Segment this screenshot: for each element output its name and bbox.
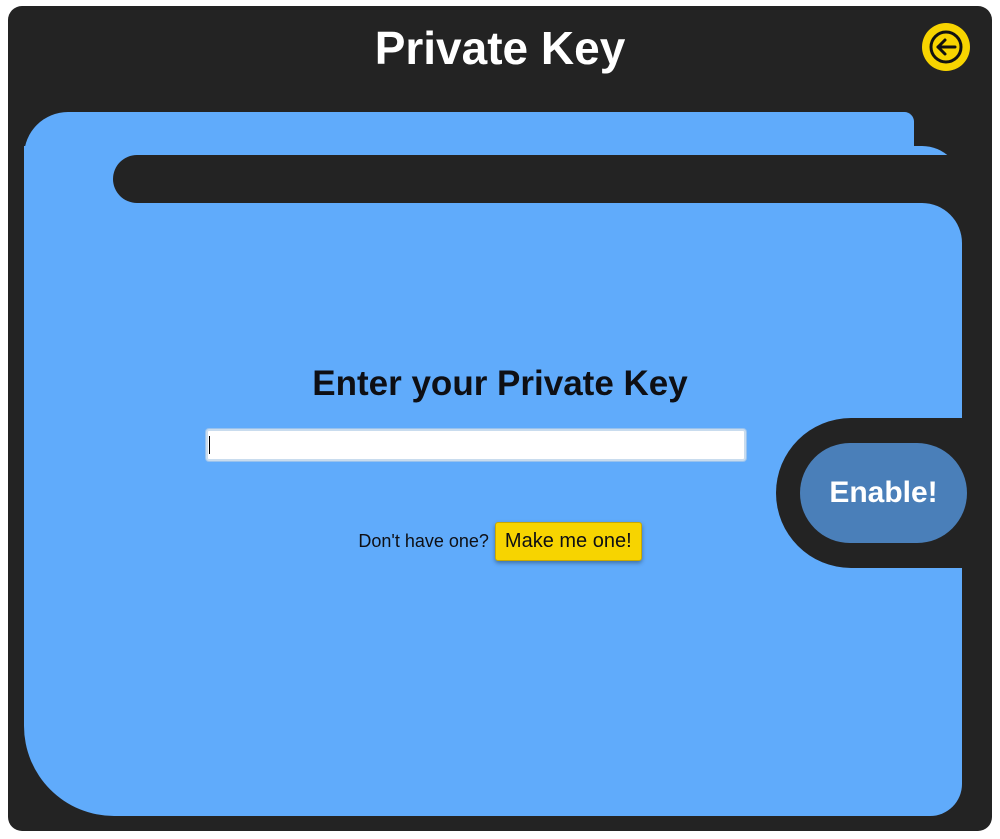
wallet-slot-corner xyxy=(913,203,962,252)
make-key-row: Don't have one? Make me one! xyxy=(8,522,992,561)
make-key-button[interactable]: Make me one! xyxy=(494,522,642,561)
page-title: Private Key xyxy=(374,22,626,74)
private-key-input[interactable] xyxy=(206,429,746,461)
back-button[interactable] xyxy=(922,23,970,71)
arrow-left-circle-icon xyxy=(929,30,963,64)
form-heading: Enter your Private Key xyxy=(312,364,688,403)
no-key-prompt: Don't have one? xyxy=(358,531,489,551)
wallet-slot xyxy=(113,155,992,203)
text-caret xyxy=(209,436,210,454)
app-frame: Private Key Enter your Private Key Enabl… xyxy=(8,6,992,831)
